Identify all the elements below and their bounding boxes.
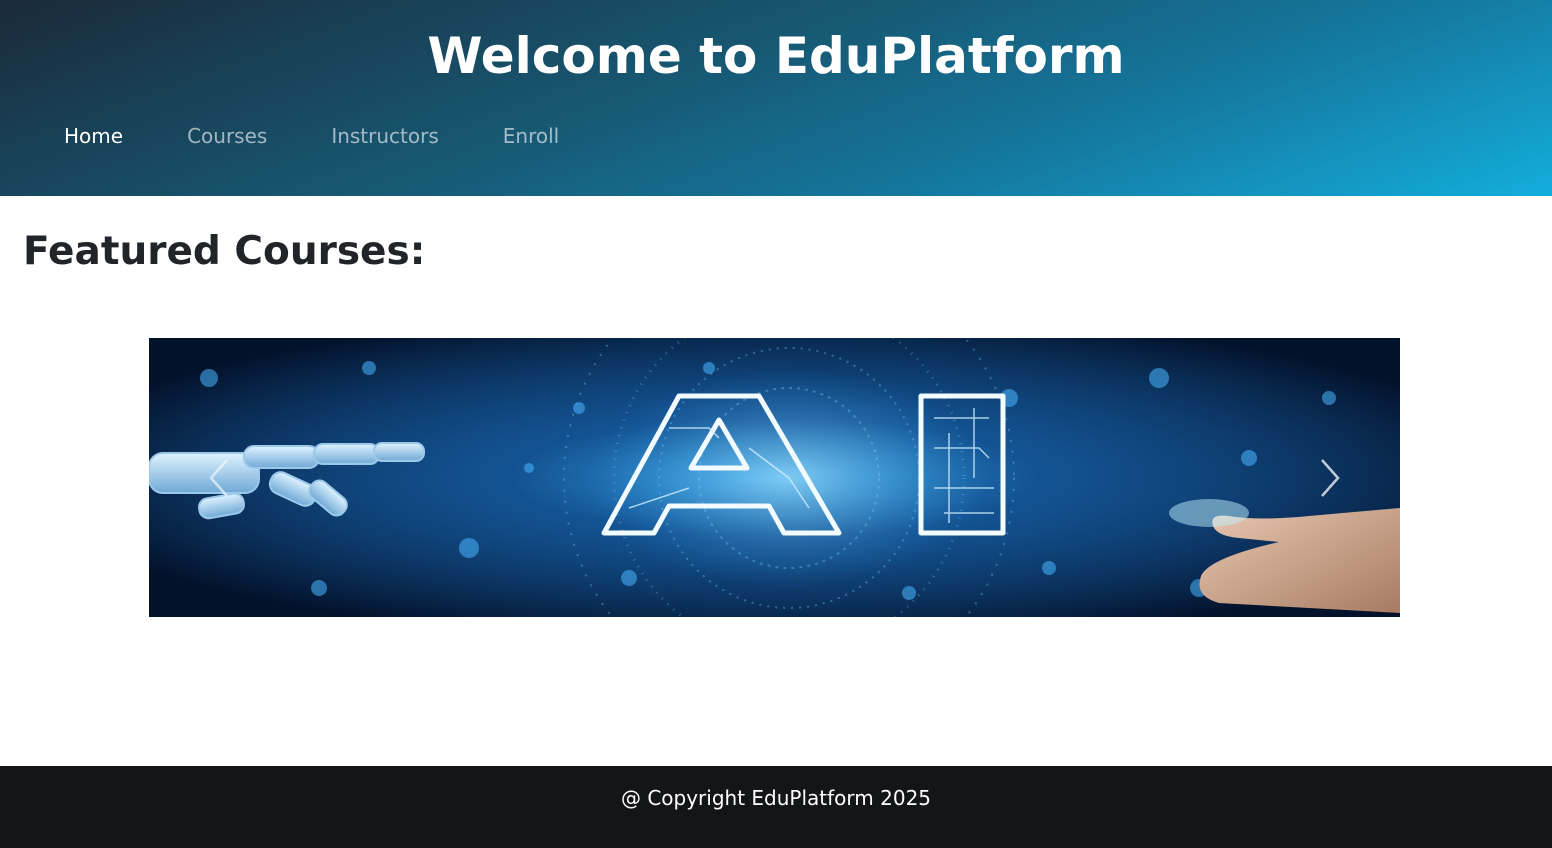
chevron-right-icon (1321, 458, 1340, 497)
featured-courses-heading: Featured Courses: (23, 229, 426, 274)
carousel-next-button[interactable] (1260, 338, 1400, 617)
nav-enroll[interactable]: Enroll (503, 122, 559, 150)
site-title: Welcome to EduPlatform (427, 27, 1125, 85)
main-nav: Home Courses Instructors Enroll (64, 122, 559, 150)
carousel-prev-button[interactable] (149, 338, 289, 617)
site-header: Welcome to EduPlatform Home Courses Inst… (0, 0, 1552, 196)
site-footer: @ Copyright EduPlatform 2025 (0, 766, 1552, 848)
nav-instructors[interactable]: Instructors (331, 122, 438, 150)
chevron-left-icon (209, 458, 228, 497)
ai-circuit-robot-hand-image (149, 338, 1400, 617)
copyright-text: @ Copyright EduPlatform 2025 (620, 786, 932, 810)
nav-courses[interactable]: Courses (187, 122, 267, 150)
featured-courses-carousel (149, 338, 1400, 617)
nav-home[interactable]: Home (64, 122, 123, 150)
